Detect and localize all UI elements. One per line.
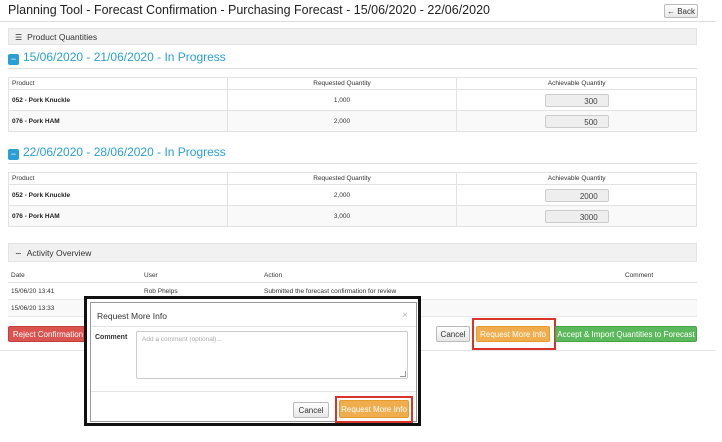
column-header-achievable: Achievable Quantity [456,77,697,90]
resize-handle-icon[interactable] [400,371,406,377]
column-header-product: Product [8,172,228,185]
week-1-table: Product Requested Quantity Achievable Qu… [8,77,697,132]
week-2-table: Product Requested Quantity Achievable Qu… [8,172,697,227]
table-row: 052 - Pork Knuckle 2,000 2000 [8,184,697,206]
back-button[interactable]: ← Back [664,4,698,18]
column-header-date: Date [8,268,141,283]
modal-header-divider [91,326,416,327]
table-row: 052 - Pork Knuckle 1,000 300 [8,89,697,111]
request-more-info-modal: Request More Info × Comment Add a commen… [90,302,417,423]
week-2-header[interactable]: −22/06/2020 - 28/06/2020 - In Progress [8,145,226,160]
header-divider [0,21,716,22]
collapse-icon[interactable]: − [8,149,19,160]
product-cell: 052 - Pork Knuckle [8,89,228,111]
collapse-icon[interactable]: − [8,54,19,65]
requested-cell: 3,000 [226,205,458,227]
week-1-header[interactable]: −15/06/2020 - 21/06/2020 - In Progress [8,50,226,65]
comment-label: Comment [95,334,128,341]
column-header-action: Action [261,268,622,283]
comment-textarea[interactable]: Add a comment (optional)... [136,331,408,379]
requested-cell: 2,000 [226,110,458,132]
column-header-achievable: Achievable Quantity [456,172,697,185]
accept-import-button[interactable]: Accept & Import Quantities to Forecast [555,326,697,342]
requested-cell: 1,000 [226,89,458,111]
week-2-label: 22/06/2020 - 28/06/2020 - In Progress [23,145,226,159]
rss-icon: ∽ [15,249,22,258]
request-more-info-button[interactable]: Request More Info [476,326,550,342]
cancel-button[interactable]: Cancel [436,326,470,342]
column-header-user: User [141,268,261,283]
comment-cell [622,299,697,317]
activity-overview-title: Activity Overview [26,248,92,258]
column-header-comment: Comment [622,268,697,283]
column-header-product: Product [8,77,228,90]
week-1-label: 15/06/2020 - 21/06/2020 - In Progress [23,50,226,64]
list-icon: ☰ [15,33,23,42]
product-quantities-title: Product Quantities [27,32,98,42]
column-header-requested: Requested Quantity [226,172,458,185]
modal-cancel-button[interactable]: Cancel [293,402,329,418]
activity-overview-header: ∽ Activity Overview [8,243,697,262]
achievable-quantity-input[interactable]: 3000 [544,209,609,223]
product-cell: 076 - Pork HAM [8,110,228,132]
product-quantities-header: ☰ Product Quantities [8,28,697,45]
request-more-info-modal-frame: Request More Info × Comment Add a commen… [84,296,421,426]
requested-cell: 2,000 [226,184,458,206]
table-row: 076 - Pork HAM 3,000 3000 [8,205,697,227]
achievable-quantity-input[interactable]: 300 [544,93,609,107]
modal-title: Request More Info [97,311,167,321]
achievable-quantity-input[interactable]: 2000 [544,188,609,202]
product-cell: 076 - Pork HAM [8,205,228,227]
modal-request-more-info-button[interactable]: Request More Info [339,400,409,418]
product-cell: 052 - Pork Knuckle [8,184,228,206]
week-1-divider [8,68,697,69]
close-icon[interactable]: × [402,310,408,321]
reject-confirmation-button[interactable]: Reject Confirmation [8,326,88,342]
modal-footer-divider [91,391,416,392]
column-header-requested: Requested Quantity [226,77,458,90]
achievable-quantity-input[interactable]: 500 [544,114,609,128]
week-2-divider [8,163,697,164]
table-row: 076 - Pork HAM 2,000 500 [8,110,697,132]
page-title: Planning Tool - Forecast Confirmation - … [8,3,490,17]
comment-cell [622,282,697,300]
